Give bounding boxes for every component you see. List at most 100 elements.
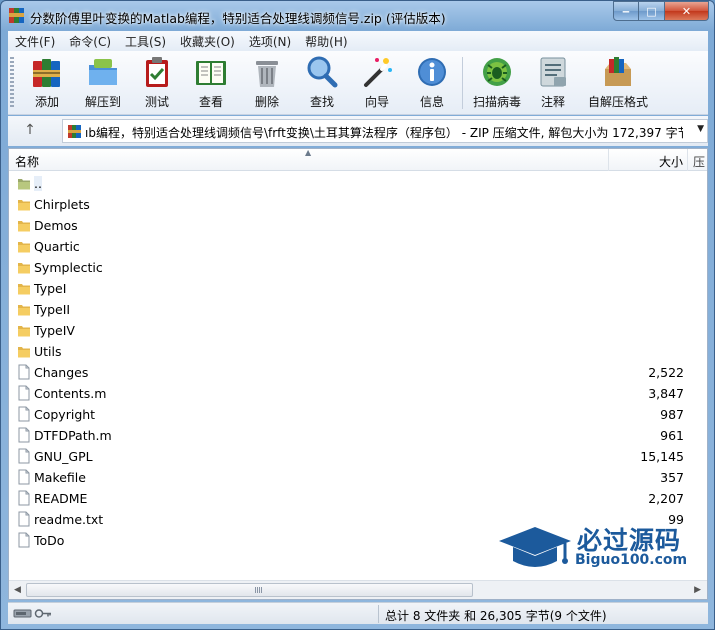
add-button[interactable]: 添加: [18, 55, 76, 113]
menu-help[interactable]: 帮助(H): [298, 33, 354, 50]
file-row[interactable]: readme.txt 99: [9, 508, 707, 529]
row-name: Symplectic: [34, 260, 103, 275]
row-name: ..: [34, 176, 42, 191]
scan-virus-label: 扫描病毒: [472, 95, 521, 109]
path-field[interactable]: ıb编程，特别适合处理线调频信号\frft变换\土耳其算法程序（程序包） - Z…: [62, 119, 708, 143]
archive-books-icon: [33, 59, 60, 87]
folder-row[interactable]: Demos: [9, 214, 707, 235]
folder-row[interactable]: TypeI: [9, 277, 707, 298]
drive-key-icon: [13, 609, 51, 618]
file-row[interactable]: Contents.m 3,847: [9, 382, 707, 403]
folder-row[interactable]: Utils: [9, 340, 707, 361]
view-button[interactable]: 查看: [182, 55, 240, 113]
folder-icon: [18, 221, 30, 232]
file-icon: [18, 469, 30, 485]
folder-row[interactable]: TypeII: [9, 298, 707, 319]
file-row[interactable]: Makefile 357: [9, 466, 707, 487]
row-name: Utils: [34, 344, 62, 359]
folder-icon: [18, 284, 30, 295]
scroll-thumb[interactable]: [26, 583, 473, 597]
sfx-box-icon: [605, 57, 631, 86]
view-label: 查看: [198, 95, 223, 109]
menu-tools[interactable]: 工具(S): [118, 33, 173, 50]
row-size: 2,522: [648, 365, 684, 380]
info-icon: [418, 58, 446, 86]
add-label: 添加: [34, 95, 59, 109]
open-book-icon: [196, 61, 226, 85]
toolbar-grip[interactable]: [10, 57, 14, 109]
row-name: Contents.m: [34, 386, 107, 401]
folder-icon: [18, 347, 30, 358]
archive-icon: [68, 125, 81, 138]
up-arrow-icon[interactable]: ↑: [20, 122, 40, 140]
wizard-button[interactable]: 向导: [348, 55, 406, 113]
row-name: TypeIV: [34, 323, 75, 338]
menu-favorites[interactable]: 收藏夹(O): [173, 33, 242, 50]
horizontal-scrollbar[interactable]: ◀ ▶: [9, 580, 707, 599]
menu-options[interactable]: 选项(N): [242, 33, 298, 50]
clipboard-check-icon: [146, 57, 168, 87]
maximize-button[interactable]: □: [639, 1, 665, 21]
path-dropdown-icon[interactable]: ▼: [697, 124, 704, 134]
app-window: 分数阶傅里叶变换的Matlab编程，特别适合处理线调频信号.zip (评估版本)…: [0, 0, 715, 630]
parent-folder-row[interactable]: ..: [9, 172, 707, 193]
magic-wand-icon: [364, 58, 392, 87]
test-button[interactable]: 测试: [128, 55, 186, 113]
path-text: ıb编程，特别适合处理线调频信号\frft变换\土耳其算法程序（程序包） - Z…: [85, 126, 683, 140]
folder-up-icon: [18, 179, 30, 190]
comment-label: 注释: [540, 95, 565, 109]
file-row[interactable]: GNU_GPL 15,145: [9, 445, 707, 466]
file-row[interactable]: ToDo: [9, 529, 707, 550]
file-icon: [18, 490, 30, 506]
folder-row[interactable]: Quartic: [9, 235, 707, 256]
status-summary: 总计 8 文件夹 和 26,305 字节(9 个文件): [385, 609, 607, 623]
folder-icon: [18, 263, 30, 274]
file-row[interactable]: DTFDPath.m 961: [9, 424, 707, 445]
folder-row[interactable]: Chirplets: [9, 193, 707, 214]
title-bar[interactable]: 分数阶傅里叶变换的Matlab编程，特别适合处理线调频信号.zip (评估版本)…: [1, 1, 714, 31]
column-name-header[interactable]: 名称: [15, 153, 39, 170]
file-row[interactable]: Copyright 987: [9, 403, 707, 424]
find-label: 查找: [309, 95, 334, 109]
delete-label: 删除: [254, 95, 279, 109]
column-packed-header[interactable]: 压: [693, 153, 705, 170]
extract-to-label: 解压到: [84, 95, 121, 109]
file-list: 名称 ▲ 大小 压 .. Chirplets Demos Quartic Symplec…: [8, 148, 708, 600]
comment-button[interactable]: 注释: [524, 55, 582, 113]
status-divider: [378, 605, 379, 623]
menu-command[interactable]: 命令(C): [62, 33, 118, 50]
row-name: Quartic: [34, 239, 80, 254]
sfx-button[interactable]: 自解压格式: [586, 55, 650, 113]
window-title: 分数阶傅里叶变换的Matlab编程，特别适合处理线调频信号.zip (评估版本): [30, 11, 446, 26]
row-name: Demos: [34, 218, 78, 233]
scroll-left-icon[interactable]: ◀: [14, 585, 21, 595]
row-name: DTFDPath.m: [34, 428, 112, 443]
file-row[interactable]: Changes 2,522: [9, 361, 707, 382]
folder-icon: [18, 326, 30, 337]
scroll-grip: [255, 587, 263, 593]
extract-to-button[interactable]: 解压到: [74, 55, 132, 113]
menu-bar: 文件(F) 命令(C) 工具(S) 收藏夹(O) 选项(N) 帮助(H): [8, 31, 708, 51]
menu-file[interactable]: 文件(F): [8, 33, 62, 50]
column-size-header[interactable]: 大小: [659, 153, 683, 170]
delete-button[interactable]: 删除: [238, 55, 296, 113]
row-size: 987: [660, 407, 684, 422]
scroll-right-icon[interactable]: ▶: [694, 585, 701, 595]
folder-icon: [18, 242, 30, 253]
folder-row[interactable]: Symplectic: [9, 256, 707, 277]
column-divider[interactable]: [608, 149, 609, 171]
file-row[interactable]: README 2,207: [9, 487, 707, 508]
column-divider[interactable]: [687, 149, 688, 171]
minimize-button[interactable]: ‒: [613, 1, 639, 21]
close-button[interactable]: ✕: [665, 1, 709, 21]
info-button[interactable]: 信息: [403, 55, 461, 113]
test-label: 测试: [144, 95, 169, 109]
row-size: 99: [668, 512, 684, 527]
row-name: README: [34, 491, 88, 506]
find-button[interactable]: 查找: [293, 55, 351, 113]
magnifier-icon: [307, 56, 338, 88]
row-name: Copyright: [34, 407, 96, 422]
folder-row[interactable]: TypeIV: [9, 319, 707, 340]
file-icon: [18, 406, 30, 422]
scan-virus-button[interactable]: 扫描病毒: [468, 55, 526, 113]
